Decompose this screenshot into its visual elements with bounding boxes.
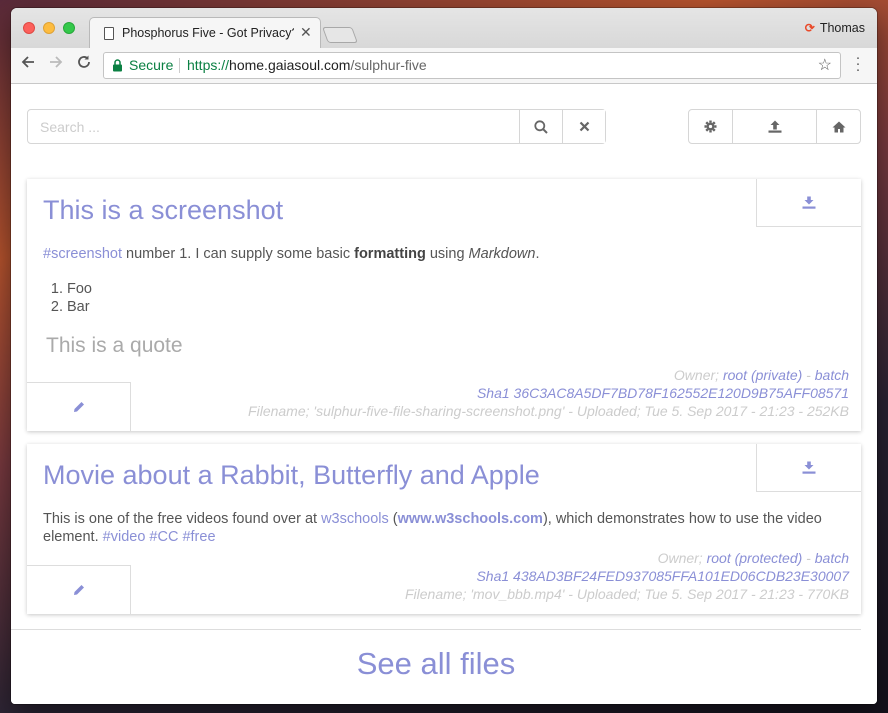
hashtag-link[interactable]: #video <box>103 529 146 545</box>
file-description: This is one of the free videos found ove… <box>43 510 848 546</box>
ordered-list: Foo Bar <box>47 280 92 316</box>
hashtag-link[interactable]: #screenshot <box>43 246 122 262</box>
browser-toolbar: Secure https://home.gaiasoul.com/sulphur… <box>11 48 877 84</box>
close-window-button[interactable] <box>23 22 35 34</box>
owner-line: Owner; root (private) - batch <box>248 366 849 384</box>
forward-icon[interactable] <box>48 54 64 70</box>
filename-line: Filename; 'sulphur-five-file-sharing-scr… <box>248 403 849 419</box>
search-icon <box>534 119 548 134</box>
description-text: using <box>425 246 469 262</box>
maximize-window-button[interactable] <box>63 22 75 34</box>
profile-button[interactable]: ⟳ Thomas <box>805 21 865 35</box>
download-icon <box>802 196 816 209</box>
italic-text: Markdown <box>468 246 536 262</box>
url-path: /sulphur-five <box>350 57 427 73</box>
download-button[interactable] <box>756 179 861 227</box>
batch-link[interactable]: batch <box>815 367 849 383</box>
tab-strip: Phosphorus Five - Got Privacy? ✕ ⟳ Thomas <box>11 8 877 48</box>
tab-close-icon[interactable]: ✕ <box>300 24 312 41</box>
address-divider <box>179 58 180 73</box>
file-metadata: Owner; root (private) - batch Sha1 36C3A… <box>248 366 849 420</box>
owner-link[interactable]: root (protected) <box>707 550 803 566</box>
file-metadata: Owner; root (protected) - batch Sha1 438… <box>405 549 849 603</box>
bookmark-star-icon[interactable]: ☆ <box>818 53 832 78</box>
upload-icon <box>768 120 782 133</box>
batch-link[interactable]: batch <box>815 550 849 566</box>
file-title: This is a screenshot <box>43 195 284 225</box>
owner-link[interactable]: root (private) <box>723 367 802 383</box>
url-host: home.gaiasoul.com <box>229 57 351 73</box>
file-card: This is a screenshot #screenshot number … <box>27 179 861 431</box>
description-text: ( <box>388 511 398 527</box>
profile-icon: ⟳ <box>804 21 815 35</box>
home-icon <box>832 121 846 133</box>
browser-menu-icon[interactable]: · · · <box>855 50 861 77</box>
edit-button[interactable] <box>27 382 131 431</box>
file-card: Movie about a Rabbit, Butterfly and Appl… <box>27 444 861 614</box>
pencil-icon <box>73 401 85 413</box>
url-text: https://home.gaiasoul.com/sulphur-five <box>187 53 427 78</box>
home-button[interactable] <box>816 110 860 143</box>
download-icon <box>802 461 816 474</box>
separator: - <box>802 550 815 566</box>
reload-icon[interactable] <box>76 54 92 70</box>
back-icon[interactable] <box>20 54 36 70</box>
profile-name: Thomas <box>819 21 865 35</box>
sha1-hash: Sha1 36C3AC8A5DF7BD78F162552E120D9B75AFF… <box>476 385 849 401</box>
w3schools-url-link[interactable]: www.w3schools.com <box>398 511 543 527</box>
owner-line: Owner; root (protected) - batch <box>405 549 849 567</box>
clear-icon <box>579 121 590 132</box>
hashtag-link[interactable]: #free <box>182 529 215 545</box>
action-buttons <box>688 109 861 144</box>
description-text: . <box>535 246 540 262</box>
sha1-hash: Sha1 438AD3BF24FED937085FFA101ED06CDB23E… <box>476 568 849 584</box>
file-title: Movie about a Rabbit, Butterfly and Appl… <box>43 460 540 490</box>
blockquote: This is a quote <box>46 334 183 357</box>
description-text: number 1. I can supply some basic <box>122 246 355 262</box>
list-item: Bar <box>67 298 92 316</box>
separator: - <box>802 367 815 383</box>
clear-search-button[interactable] <box>562 110 605 143</box>
description-text: This is one of the free videos found ove… <box>43 511 322 527</box>
see-all-files-link[interactable]: See all files <box>11 646 861 682</box>
w3schools-link[interactable]: w3schools <box>321 511 389 527</box>
new-tab-button[interactable] <box>322 27 358 43</box>
browser-tab[interactable]: Phosphorus Five - Got Privacy? ✕ <box>89 17 321 48</box>
edit-button[interactable] <box>27 565 131 614</box>
settings-icon <box>704 120 717 133</box>
owner-label: Owner; <box>673 367 723 383</box>
owner-label: Owner; <box>657 550 707 566</box>
page-icon <box>104 27 114 40</box>
settings-button[interactable] <box>689 110 732 143</box>
search-button[interactable] <box>519 110 562 143</box>
search-bar <box>27 109 606 144</box>
secure-label: Secure <box>129 57 174 73</box>
tab-title: Phosphorus Five - Got Privacy? <box>122 26 294 40</box>
list-item: Foo <box>67 280 92 298</box>
bold-text: formatting <box>354 246 426 262</box>
address-bar[interactable]: Secure https://home.gaiasoul.com/sulphur… <box>103 52 841 79</box>
lock-icon <box>112 53 123 72</box>
hashtag-link[interactable]: #CC <box>149 529 178 545</box>
file-description: #screenshot number 1. I can supply some … <box>43 245 743 263</box>
search-input[interactable] <box>28 110 519 143</box>
download-button[interactable] <box>756 444 861 492</box>
page-content: This is a screenshot #screenshot number … <box>11 85 877 704</box>
minimize-window-button[interactable] <box>43 22 55 34</box>
upload-button[interactable] <box>732 110 816 143</box>
browser-window: Phosphorus Five - Got Privacy? ✕ ⟳ Thomas… <box>11 8 877 704</box>
url-scheme: https:// <box>187 57 230 73</box>
filename-line: Filename; 'mov_bbb.mp4' - Uploaded; Tue … <box>404 586 849 602</box>
divider <box>11 629 861 630</box>
pencil-icon <box>73 584 85 596</box>
